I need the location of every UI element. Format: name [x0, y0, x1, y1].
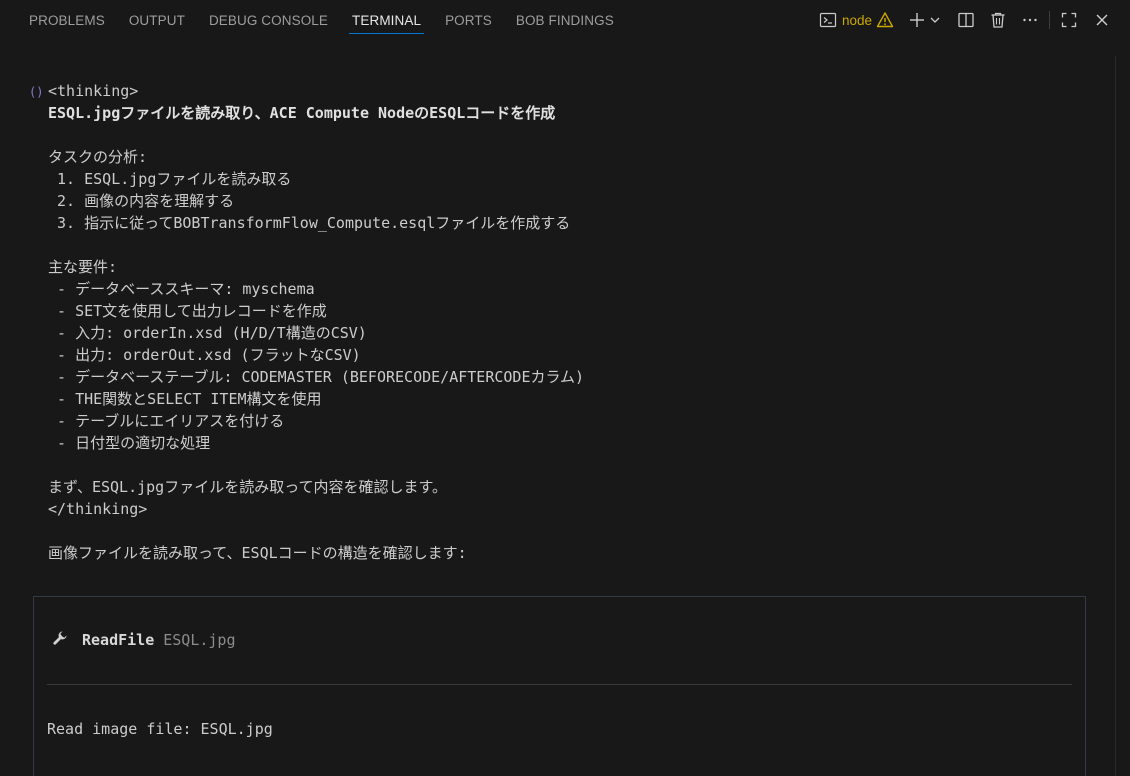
terminal-content[interactable]: () <thinking> ESQL.jpgファイルを読み取り、ACE Comp… [0, 40, 1130, 776]
plus-icon [908, 11, 926, 29]
panel-actions: node [819, 0, 1110, 40]
terminal-profile-dropdown[interactable] [929, 7, 941, 33]
tab-ports[interactable]: PORTS [433, 0, 504, 40]
tool-call-result: Read image file: ESQL.jpg [47, 720, 273, 738]
terminal-line: - THE関数とSELECT ITEM構文を使用 [48, 390, 322, 408]
panel-header: PROBLEMS OUTPUT DEBUG CONSOLE TERMINAL P… [0, 0, 1130, 40]
terminal-line: 3. 指示に従ってBOBTransformFlow_Compute.esqlファ… [48, 214, 571, 232]
split-terminal-button[interactable] [957, 7, 975, 33]
tab-terminal[interactable]: TERMINAL [340, 0, 433, 40]
terminal-icon [819, 11, 837, 29]
panel-tabs: PROBLEMS OUTPUT DEBUG CONSOLE TERMINAL P… [17, 0, 626, 40]
scrollbar-track[interactable] [1115, 56, 1116, 776]
tool-name: ReadFile [82, 631, 155, 649]
close-icon [1094, 12, 1110, 28]
maximize-panel-button[interactable] [1060, 7, 1078, 33]
kill-terminal-button[interactable] [989, 7, 1007, 33]
tool-call-block: ReadFile ESQL.jpg Read image file: ESQL.… [33, 596, 1086, 776]
more-actions-button[interactable] [1021, 7, 1039, 33]
more-icon [1021, 11, 1039, 29]
terminal-selector[interactable]: node [819, 7, 894, 33]
terminal-line: ESQL.jpgファイルを読み取り、ACE Compute NodeのESQLコ… [48, 104, 556, 122]
terminal-line: </thinking> [48, 500, 148, 518]
terminal-line: - 日付型の適切な処理 [48, 434, 211, 452]
terminal-line: まず、ESQL.jpgファイルを読み取って内容を確認します。 [48, 478, 447, 496]
tab-problems[interactable]: PROBLEMS [17, 0, 117, 40]
terminal-line: - データベーステーブル: CODEMASTER (BEFORECODE/AFT… [48, 368, 585, 386]
tab-bob-findings[interactable]: BOB FINDINGS [504, 0, 626, 40]
new-terminal-button[interactable] [908, 7, 926, 33]
terminal-name: node [841, 12, 872, 28]
tool-call-divider [47, 684, 1072, 685]
wrench-icon [52, 630, 68, 650]
split-icon [957, 11, 975, 29]
tool-argument: ESQL.jpg [163, 631, 236, 649]
prompt-marker-icon: () [29, 85, 44, 99]
chevron-down-icon [929, 14, 941, 26]
tab-output[interactable]: OUTPUT [117, 0, 197, 40]
terminal-line: - SET文を使用して出力レコードを作成 [48, 302, 327, 320]
terminal-line: タスクの分析: [48, 148, 148, 166]
terminal-line: - 出力: orderOut.xsd (フラットなCSV) [48, 346, 361, 364]
trash-icon [989, 11, 1007, 29]
terminal-line: 1. ESQL.jpgファイルを読み取る [48, 170, 292, 188]
close-panel-button[interactable] [1094, 7, 1110, 33]
terminal-line: - 入力: orderIn.xsd (H/D/T構造のCSV) [48, 324, 367, 342]
tab-debug-console[interactable]: DEBUG CONSOLE [197, 0, 340, 40]
terminal-line: - データベーススキーマ: myschema [48, 280, 315, 298]
terminal-line: 2. 画像の内容を理解する [48, 192, 235, 210]
maximize-icon [1060, 11, 1078, 29]
warning-icon [876, 11, 894, 29]
terminal-line: 画像ファイルを読み取って、ESQLコードの構造を確認します: [48, 544, 467, 562]
terminal-line: - テーブルにエイリアスを付ける [48, 412, 285, 430]
tool-call-header[interactable]: ReadFile ESQL.jpg [52, 629, 236, 651]
actions-divider [1049, 11, 1050, 29]
terminal-line: 主な要件: [48, 258, 118, 276]
terminal-line: <thinking> [48, 82, 139, 100]
